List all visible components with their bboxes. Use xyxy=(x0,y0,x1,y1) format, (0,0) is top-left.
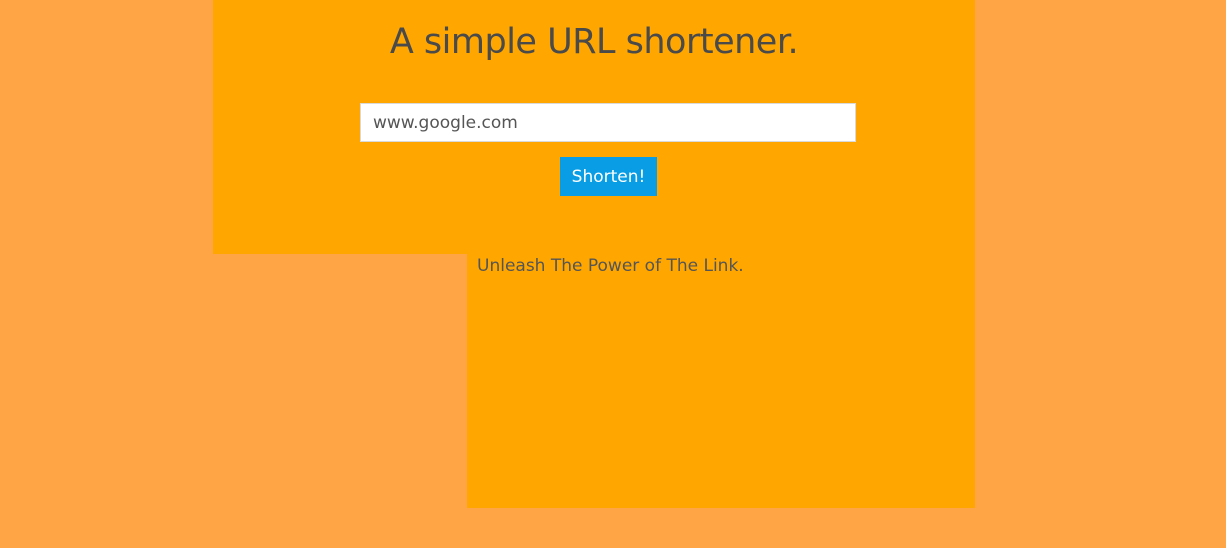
tagline-text: Unleash The Power of The Link. xyxy=(477,256,744,276)
url-input[interactable] xyxy=(360,103,856,142)
page-title: A simple URL shortener. xyxy=(389,22,799,62)
header-panel: A simple URL shortener. Shorten! xyxy=(213,0,975,254)
content-panel: Unleash The Power of The Link. xyxy=(467,254,975,508)
shorten-button[interactable]: Shorten! xyxy=(560,157,657,196)
